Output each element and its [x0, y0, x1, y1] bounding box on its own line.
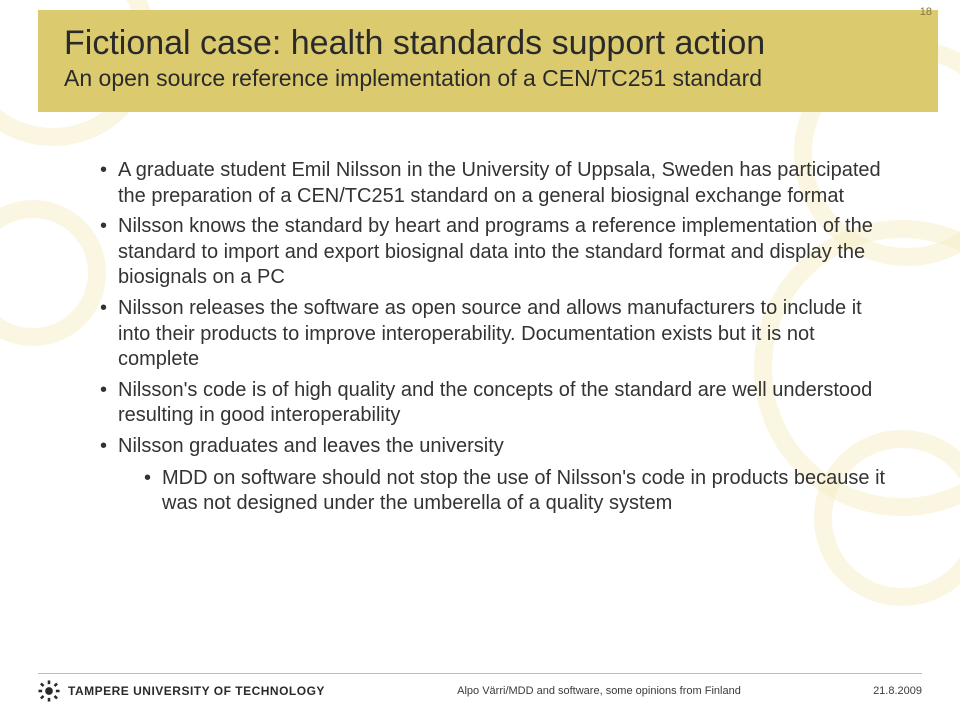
footer-row: TAMPERE UNIVERSITY OF TECHNOLOGY Alpo Vä… — [38, 680, 922, 702]
decorative-gear — [0, 200, 106, 346]
bullet-list: A graduate student Emil Nilsson in the U… — [100, 158, 886, 517]
bullet-text: Nilsson releases the software as open so… — [118, 297, 862, 370]
bullet-item: A graduate student Emil Nilsson in the U… — [100, 158, 886, 209]
slide-body: A graduate student Emil Nilsson in the U… — [100, 158, 886, 522]
bullet-text: Nilsson knows the standard by heart and … — [118, 215, 873, 288]
footer-date: 21.8.2009 — [873, 685, 922, 697]
bullet-item: Nilsson's code is of high quality and th… — [100, 378, 886, 429]
slide-footer: TAMPERE UNIVERSITY OF TECHNOLOGY Alpo Vä… — [38, 673, 922, 702]
org-logo: TAMPERE UNIVERSITY OF TECHNOLOGY — [38, 680, 325, 702]
title-band: Fictional case: health standards support… — [38, 10, 938, 112]
footer-divider — [38, 673, 922, 674]
bullet-item: Nilsson knows the standard by heart and … — [100, 214, 886, 291]
slide: 18 Fictional case: health standards supp… — [0, 0, 960, 720]
slide-title: Fictional case: health standards support… — [64, 24, 912, 63]
slide-subtitle: An open source reference implementation … — [64, 65, 912, 92]
sub-bullet-item: MDD on software should not stop the use … — [144, 466, 886, 517]
bullet-text: A graduate student Emil Nilsson in the U… — [118, 159, 881, 207]
bullet-item: Nilsson graduates and leaves the univers… — [100, 434, 886, 517]
footer-center-text: Alpo Värri/MDD and software, some opinio… — [325, 685, 873, 697]
sub-bullet-text: MDD on software should not stop the use … — [162, 467, 885, 515]
bullet-text: Nilsson graduates and leaves the univers… — [118, 435, 504, 457]
bullet-item: Nilsson releases the software as open so… — [100, 296, 886, 373]
gear-icon — [38, 680, 60, 702]
sub-bullet-list: MDD on software should not stop the use … — [118, 466, 886, 517]
bullet-text: Nilsson's code is of high quality and th… — [118, 379, 872, 427]
org-name: TAMPERE UNIVERSITY OF TECHNOLOGY — [68, 684, 325, 698]
slide-number: 18 — [920, 6, 932, 18]
